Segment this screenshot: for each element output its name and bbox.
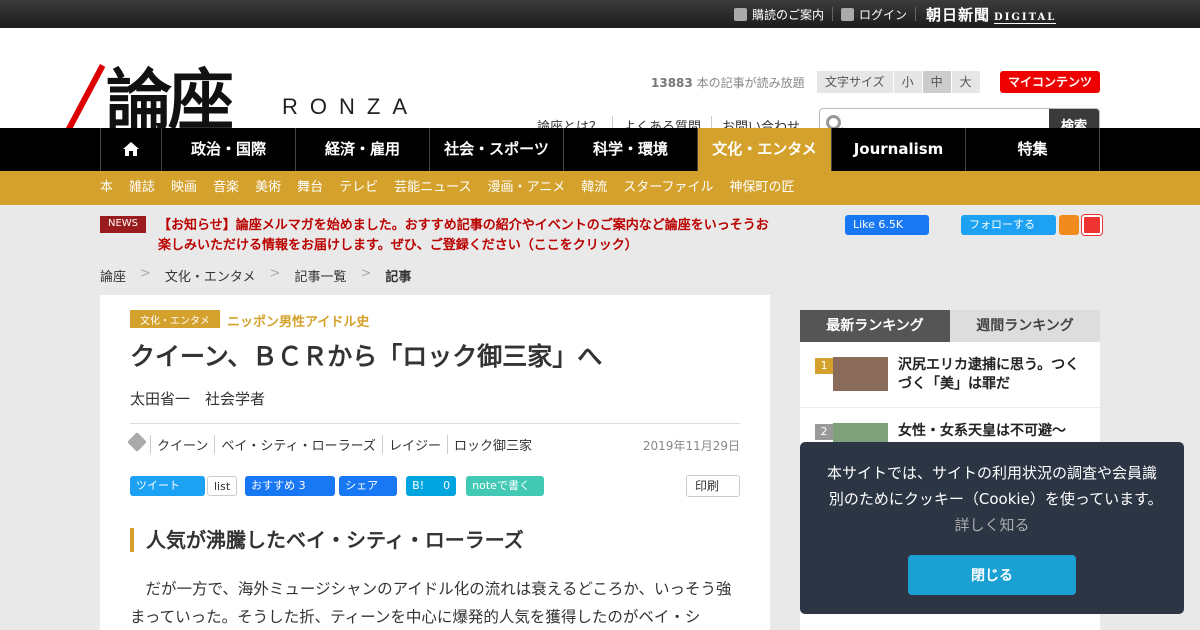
subnav-item[interactable]: スターファイル [623, 171, 713, 205]
divider [130, 423, 740, 424]
subnav-item[interactable]: 漫画・アニメ [487, 171, 565, 205]
subnav-item[interactable]: テレビ [339, 171, 378, 205]
breadcrumb-current: 記事 [385, 270, 412, 285]
nav-politics[interactable]: 政治・国際 [161, 128, 295, 171]
nav-journalism[interactable]: Journalism [831, 128, 965, 171]
ronza-logo[interactable]: 論座 [106, 64, 234, 136]
tweet-button[interactable]: ツイート [130, 476, 205, 496]
subnav-item[interactable]: 神保町の匠 [729, 171, 794, 205]
site-header: 論座 RONZA 13883 本の記事が読み放題 文字サイズ 小 中 大 マイコ… [0, 28, 1200, 152]
font-size-medium-button[interactable]: 中 [922, 71, 952, 93]
nav-science[interactable]: 科学・環境 [563, 128, 697, 171]
article-date: 2019年11月29日 [642, 439, 740, 453]
article-count: 13883 本の記事が読み放題 [651, 76, 805, 90]
edit-icon [733, 7, 747, 21]
tag-link[interactable]: ロック御三家 [446, 435, 538, 454]
cookie-consent-dialog: 本サイトでは、サイトの利用状況の調査や会員識別のためにクッキー（Cookie）を… [800, 442, 1184, 614]
series-link[interactable]: ニッポン男性アイドル史 [227, 311, 369, 330]
tab-latest-ranking[interactable]: 最新ランキング [800, 310, 950, 342]
article-body: だが一方で、海外ミュージシャンのアイドル化の流れは衰えるどころか、いっそう強まっ… [130, 580, 732, 626]
breadcrumb-culture[interactable]: 文化・エンタメ [165, 266, 256, 285]
subnav-item[interactable]: 本 [100, 171, 113, 205]
font-size-label: 文字サイズ [817, 71, 894, 93]
hatena-bookmark-button[interactable]: B! [406, 476, 441, 496]
subnav-item[interactable]: 雑誌 [129, 171, 155, 205]
home-icon [123, 142, 139, 156]
login-link[interactable]: ログイン [833, 6, 915, 23]
mail-icon[interactable] [1081, 214, 1103, 236]
top-links: 購読のご案内 ログイン [726, 0, 916, 28]
subscription-guide-link[interactable]: 購読のご案内 [726, 6, 832, 23]
subnav-item[interactable]: 芸能ニュース [394, 171, 471, 205]
hatena-count: 0 [440, 476, 457, 496]
ranking-title: 女性・女系天皇は不可避～ [898, 423, 1066, 439]
sub-nav: 本 雑誌 映画 音楽 美術 舞台 テレビ 芸能ニュース 漫画・アニメ 韓流 スタ… [0, 171, 1200, 205]
subnav-item[interactable]: 映画 [171, 171, 197, 205]
cookie-message: 本サイトでは、サイトの利用状況の調査や会員識別のためにクッキー（Cookie）を… [826, 464, 1157, 534]
cookie-close-button[interactable]: 閉じる [908, 555, 1076, 595]
breadcrumb: 論座 > 文化・エンタメ > 記事一覧 > 記事 [100, 266, 411, 285]
facebook-recommend-button[interactable]: おすすめ 3 [245, 476, 336, 496]
newsletter-announcement-link[interactable]: 【お知らせ】論座メルマガを始めました。おすすめ記事の紹介やイベントのご案内など論… [158, 216, 778, 256]
twitter-follow-button[interactable]: フォローする [961, 215, 1056, 235]
tab-weekly-ranking[interactable]: 週間ランキング [950, 310, 1100, 342]
facebook-like-button[interactable]: Like 6.5K [845, 215, 929, 235]
subnav-item[interactable]: 美術 [255, 171, 281, 205]
news-badge: NEWS [100, 216, 147, 233]
breadcrumb-separator: > [269, 266, 281, 281]
breadcrumb-separator: > [360, 266, 372, 281]
top-bar: 購読のご案内 ログイン 朝日新聞 DIGITAL [0, 0, 1200, 28]
cookie-learn-more-link[interactable]: 詳しく知る [954, 516, 1029, 534]
section-heading: 人気が沸騰したベイ・シティ・ローラーズ [130, 528, 524, 552]
nav-economy[interactable]: 経済・雇用 [295, 128, 429, 171]
tag-link[interactable]: クイーン [150, 435, 214, 454]
rss-icon[interactable] [1059, 215, 1079, 235]
share-buttons: ツイート list おすすめ 3 シェア B! 0 noteで書く [130, 476, 545, 496]
my-contents-button[interactable]: マイコンテンツ [1000, 71, 1100, 93]
ranking-item[interactable]: 1 沢尻エリカ逮捕に思う。つくづく「美」は罪だ [800, 342, 1100, 408]
ranking-thumbnail [833, 357, 888, 391]
tag-icon [127, 432, 147, 452]
breadcrumb-list[interactable]: 記事一覧 [294, 266, 346, 285]
ranking-title: 沢尻エリカ逮捕に思う。つくづく「美」は罪だ [898, 357, 1080, 392]
nav-culture[interactable]: 文化・エンタメ [697, 128, 831, 171]
note-share-button[interactable]: noteで書く [466, 476, 545, 496]
article-author[interactable]: 太田省一 社会学者 [130, 388, 265, 409]
tag-list: クイーン ベイ・シティ・ローラーズ レイジー ロック御三家 [127, 432, 538, 454]
font-size-switcher: 文字サイズ 小 中 大 [817, 71, 981, 93]
subnav-item[interactable]: 舞台 [297, 171, 323, 205]
breadcrumb-separator: > [140, 266, 151, 281]
nav-society[interactable]: 社会・スポーツ [429, 128, 563, 171]
nav-home[interactable] [100, 128, 161, 171]
divider [915, 7, 916, 21]
asahi-digital-logo[interactable]: 朝日新聞 DIGITAL [926, 4, 1057, 25]
article: 文化・エンタメ ニッポン男性アイドル史 クイーン、ＢＣＲから「ロック御三家」へ … [100, 295, 770, 630]
subnav-item[interactable]: 音楽 [213, 171, 239, 205]
nav-special[interactable]: 特集 [965, 128, 1100, 171]
ronza-logo-en: RONZA [282, 94, 419, 119]
font-size-small-button[interactable]: 小 [893, 71, 923, 93]
rank-number: 1 [815, 358, 833, 374]
category-tag[interactable]: 文化・エンタメ [130, 310, 220, 328]
twitter-list-button[interactable]: list [207, 476, 238, 496]
article-title: クイーン、ＢＣＲから「ロック御三家」へ [130, 342, 603, 371]
print-button[interactable]: 印刷 [686, 475, 740, 497]
subnav-item[interactable]: 韓流 [581, 171, 607, 205]
breadcrumb-home[interactable]: 論座 [100, 266, 126, 285]
tag-link[interactable]: レイジー [381, 435, 447, 454]
lock-icon [840, 7, 854, 21]
rank-number: 2 [815, 424, 833, 440]
font-size-large-button[interactable]: 大 [951, 71, 981, 93]
tag-link[interactable]: ベイ・シティ・ローラーズ [214, 435, 382, 454]
facebook-share-button[interactable]: シェア [339, 476, 398, 496]
main-nav: 政治・国際 経済・雇用 社会・スポーツ 科学・環境 文化・エンタメ Journa… [0, 128, 1200, 171]
